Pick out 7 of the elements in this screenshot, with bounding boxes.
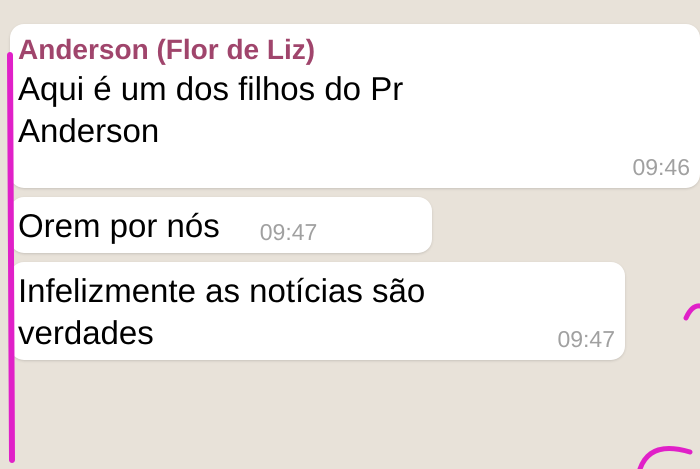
message-time: 09:47 xyxy=(260,218,318,247)
message-text: Orem por nós xyxy=(18,206,220,246)
message-text: Infelizmente as notícias são verdades xyxy=(18,271,426,353)
message-text: Aqui é um dos filhos do Pr Anderson xyxy=(18,69,404,151)
message-time: 09:46 xyxy=(632,153,690,182)
message-time: 09:47 xyxy=(557,325,615,354)
sender-name: Anderson (Flor de Liz) xyxy=(18,33,316,67)
